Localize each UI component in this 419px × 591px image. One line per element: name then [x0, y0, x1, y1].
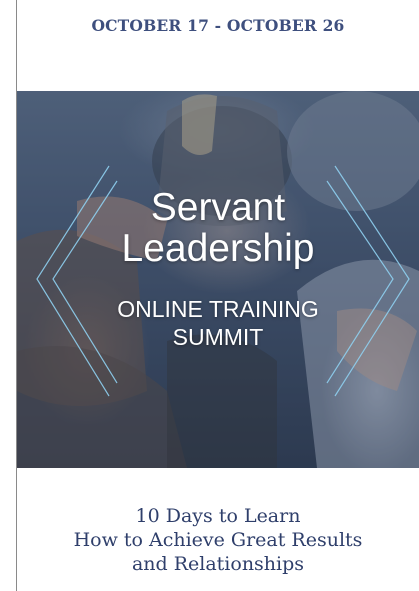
date-range-heading: OCTOBER 17 - OCTOBER 26: [91, 16, 345, 35]
tagline-line-2: How to Achieve Great Results: [73, 529, 363, 551]
tagline-line-1: 10 Days to Learn: [135, 505, 301, 527]
chevron-frame-decoration: [36, 165, 410, 397]
title-line-leadership: Leadership: [121, 227, 315, 270]
tagline-line-3: and Relationships: [131, 553, 305, 575]
title-line-servant: Servant: [150, 186, 286, 229]
subtitle-line-summit: SUMMIT: [172, 324, 264, 350]
subtitle-line-online-training: ONLINE TRAINING: [117, 296, 319, 322]
hero-photo-panel: Servant Leadership ONLINE TRAINING SUMMI…: [17, 91, 419, 468]
flyer-page: OCTOBER 17 - OCTOBER 26 Servant Leadersh…: [0, 0, 419, 591]
